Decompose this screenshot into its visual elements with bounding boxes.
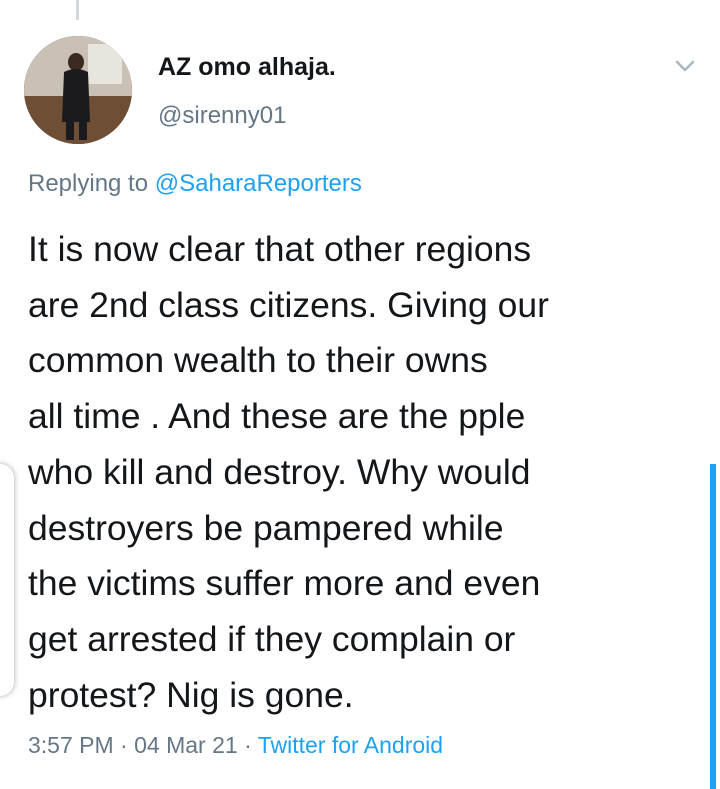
display-name[interactable]: AZ omo alhaja. — [158, 53, 336, 82]
scroll-indicator — [710, 464, 716, 789]
user-handle[interactable]: @sirenny01 — [158, 102, 286, 130]
avatar[interactable] — [24, 36, 132, 144]
tweet-text-line: are 2nd class citizens. Giving our — [28, 284, 549, 325]
replying-to: Replying to @SaharaReporters — [28, 170, 362, 198]
meta-separator: · — [120, 732, 135, 758]
thread-connector-line — [76, 0, 79, 20]
replying-prefix: Replying to — [28, 170, 149, 197]
tweet-meta: 3:57 PM · 04 Mar 21 · Twitter for Androi… — [28, 732, 443, 759]
tweet-text-line: who kill and destroy. Why would — [28, 451, 531, 492]
tweet-text-line: get arrested if they complain or — [28, 618, 516, 659]
tweet-text-line: common wealth to their owns — [28, 340, 488, 381]
avatar-photo — [24, 36, 132, 144]
tweet-text-line: all time . And these are the pple — [28, 396, 526, 437]
tweet-text-line: the victims suffer more and even — [28, 563, 541, 604]
tweet-text: It is now clear that other regions are 2… — [28, 222, 698, 723]
tweet-source[interactable]: Twitter for Android — [258, 732, 443, 758]
tweet-text-line: protest? Nig is gone. — [28, 674, 354, 715]
replying-to-mention[interactable]: @SaharaReporters — [155, 170, 362, 197]
tweet-time[interactable]: 3:57 PM — [28, 732, 114, 758]
tweet-text-line: destroyers be pampered while — [28, 507, 504, 548]
tweet-text-line: It is now clear that other regions — [28, 229, 532, 269]
tweet-date[interactable]: 04 Mar 21 — [134, 732, 238, 758]
edge-panel-handle[interactable] — [0, 464, 14, 696]
chevron-down-icon[interactable] — [672, 56, 698, 76]
meta-separator: · — [244, 732, 258, 758]
